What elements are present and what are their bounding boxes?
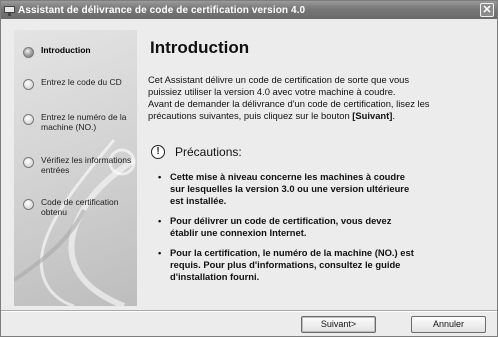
window-title: Assistant de délivrance de code de certi… (18, 4, 306, 16)
list-item-line: Pour délivrer un code de certification, … (170, 215, 392, 226)
bullet-icon: • (158, 215, 162, 226)
intro-line: Avant de demander la délivrance d'un cod… (148, 98, 430, 109)
precautions-header: ! Précautions: (151, 145, 242, 159)
bullet-icon: • (158, 171, 162, 182)
list-item-line: établir une connexion Internet. (170, 227, 307, 238)
step-indicator-icon (23, 157, 34, 168)
intro-emphasis: [Suivant] (352, 110, 393, 121)
intro-line: précautions suivantes, puis cliquez sur … (148, 110, 353, 121)
bullet-icon: • (158, 247, 162, 258)
step-indicator-icon (23, 47, 34, 58)
steps-sidebar: Introduction Entrez le code du CD Entrez… (14, 30, 137, 306)
step-label: Entrez le code du CD (41, 77, 122, 87)
app-window-icon (4, 5, 15, 16)
step-indicator-icon (23, 114, 34, 125)
precautions-title: Précautions: (175, 145, 242, 159)
step-indicator-icon (23, 199, 34, 210)
intro-text: Cet Assistant délivre un code de certifi… (148, 74, 488, 122)
intro-end: . (392, 110, 396, 121)
precautions-list: • Cette mise à niveau concerne les machi… (158, 171, 488, 291)
list-item: • Pour délivrer un code de certification… (158, 215, 488, 239)
close-button[interactable]: ✕ (480, 3, 494, 17)
next-button[interactable]: Suivant> (301, 316, 376, 333)
intro-line: puissiez utiliser la version 4.0 avec vo… (148, 86, 396, 97)
list-item: • Pour la certification, le numéro de la… (158, 247, 488, 283)
intro-line-last: précautions suivantes, puis cliquez sur … (148, 110, 488, 122)
step-label: Entrez le numéro de la machine (NO.) (41, 112, 127, 132)
list-item: • Cette mise à niveau concerne les machi… (158, 171, 488, 207)
list-item-line: Cette mise à niveau concerne les machine… (170, 171, 405, 182)
step-indicator-icon (23, 79, 34, 90)
step-label: Vérifiez les informations entrées (41, 155, 132, 175)
main-content: Introduction Cet Assistant délivre un co… (148, 30, 490, 306)
list-item-line: Pour la certification, le numéro de la m… (170, 247, 414, 258)
wizard-window: Assistant de délivrance de code de certi… (0, 0, 498, 337)
footer-divider (1, 310, 497, 312)
intro-line: Cet Assistant délivre un code de certifi… (148, 74, 410, 85)
title-bar[interactable]: Assistant de délivrance de code de certi… (1, 1, 497, 19)
page-title: Introduction (150, 38, 250, 57)
step-label: Introduction (41, 45, 91, 55)
list-item-line: sur lesquelles la version 3.0 ou une ver… (170, 183, 410, 194)
warning-icon: ! (151, 145, 165, 159)
cancel-button[interactable]: Annuler (411, 316, 486, 333)
step-label: Code de certification obtenu (41, 197, 119, 217)
list-item-line: est installée. (170, 195, 227, 206)
list-item-line: requis. Pour plus d'informations, consul… (170, 259, 401, 270)
list-item-line: d'installation fourni. (170, 271, 260, 282)
